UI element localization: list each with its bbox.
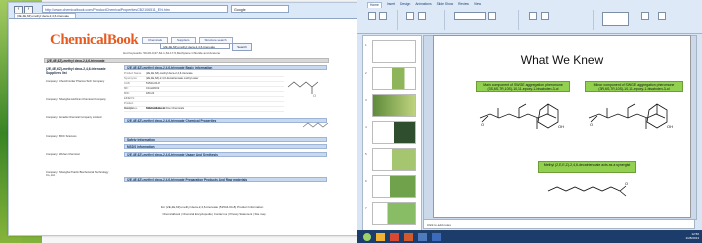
supplier-item[interactable]: Company: Shanghai Aozhiran Chemical Comp…: [46, 98, 118, 101]
new-slide-icon[interactable]: [406, 12, 414, 20]
svg-text:O: O: [313, 93, 316, 98]
powerpoint-ribbon: Home Insert Design Animations Slide Show…: [357, 0, 702, 34]
supplier-item[interactable]: Company: ChemFrontier Pharma Tech Compan…: [46, 80, 118, 83]
logo-secondary-text: Book: [106, 32, 139, 48]
slide-thumbnail[interactable]: [372, 148, 416, 171]
taskbar-word-icon[interactable]: [431, 232, 442, 242]
compound-title-bar: (2E,4E,6Z)-methyl deca-2,4,6-trienoate: [44, 58, 329, 63]
preparation-products-section: (2E,4E,6Z)-methyl deca-2,4,6-trienoate P…: [124, 177, 327, 182]
info-row-mol-file: Mol File: 51544-64-8.mol: [124, 106, 284, 112]
supplier-item[interactable]: Company: Wuhan Chemical: [46, 153, 118, 156]
browser-window: ‹ › http://www.chemicalbook.com/ProductC…: [8, 2, 359, 236]
basic-info-section: (2E,4E,6Z)-methyl deca-2,4,6-trienoate B…: [124, 65, 327, 70]
slides-group: [400, 10, 445, 30]
drawing-group: [596, 10, 696, 30]
minor-pheromone-structure: OH O: [588, 103, 673, 129]
slide-thumbnail[interactable]: [372, 67, 416, 90]
msds-information-section: MSDS Information: [124, 144, 327, 149]
site-logo[interactable]: ChemicalBook: [50, 32, 139, 49]
taskbar-folder-icon[interactable]: [375, 232, 386, 242]
system-clock[interactable]: 12:56 2/28/2013: [677, 232, 699, 241]
site-search-button[interactable]: Search: [232, 43, 252, 51]
site-search-input[interactable]: (2E,4E,6Z)-methyl deca-2,4,6-trienoate: [160, 43, 230, 49]
chemical-properties-section: (2E,4E,6Z)-methyl deca-2,4,6-trienoate C…: [124, 118, 327, 123]
start-button[interactable]: [362, 232, 372, 242]
current-slide[interactable]: What We Knew Main component of SWGE aggr…: [434, 36, 690, 217]
cut-icon[interactable]: [379, 12, 387, 20]
quick-styles-icon[interactable]: [658, 12, 666, 20]
powerpoint-window: Home Insert Design Animations Slide Show…: [357, 0, 702, 243]
svg-text:O: O: [590, 122, 593, 127]
slide-notes[interactable]: Click to add notes: [423, 219, 695, 229]
taskbar-browser-icon[interactable]: [417, 232, 428, 242]
slide-thumbnail[interactable]: [372, 202, 416, 225]
taskbar-media-icon[interactable]: [389, 232, 400, 242]
svg-text:O: O: [481, 122, 484, 127]
suppliers-heading: (2E,4E,6Z)-methyl deca-2,4,6-trienoate S…: [46, 67, 106, 75]
paste-icon[interactable]: [368, 12, 376, 20]
synergist-structure: O: [547, 181, 628, 197]
usage-molecule-icon: [302, 122, 329, 128]
chemicalbook-page: ChemicalBook Chemicals Suppliers Structu…: [44, 19, 329, 231]
tab-home[interactable]: Home: [367, 2, 382, 8]
shapes-gallery[interactable]: [602, 12, 629, 26]
bullets-icon[interactable]: [529, 12, 537, 20]
main-pheromone-structure: OH O: [479, 103, 564, 129]
ribbon-tabs: Home Insert Design Animations Slide Show…: [367, 2, 481, 8]
site-footer-links[interactable]: Chemicalbook | Chemical Encyclopedia | C…: [99, 212, 329, 216]
svg-text:OH: OH: [667, 124, 673, 129]
slide-thumbnail[interactable]: [372, 40, 416, 63]
browser-tab[interactable]: (3E,4E,6Z)-methyl deca-2,4,6-trienoate: [14, 13, 76, 18]
address-bar[interactable]: http://www.chemicalbook.com/ProductChemi…: [42, 5, 228, 13]
bold-icon[interactable]: [488, 12, 496, 20]
align-icon[interactable]: [541, 12, 549, 20]
main-pheromone-box[interactable]: Main component of SWGE aggregation phero…: [476, 81, 570, 92]
synergist-box[interactable]: Methyl (2,E,E,Z)-2,4,6-decatrienoate act…: [538, 161, 636, 173]
svg-text:O: O: [625, 181, 628, 186]
tab-view[interactable]: View: [474, 2, 481, 8]
tab-animations[interactable]: Animations: [415, 2, 431, 8]
minor-pheromone-box[interactable]: Minor component of SWGE aggregation pher…: [585, 81, 683, 92]
svg-text:OH: OH: [558, 124, 564, 129]
arrange-icon[interactable]: [641, 12, 649, 20]
product-info-link[interactable]: For (2E,4E,6Z)-methyl deca-2,4,6-trienoa…: [107, 205, 317, 209]
layout-icon[interactable]: [418, 12, 426, 20]
safety-information-section: Safety Information: [124, 137, 327, 142]
tab-review[interactable]: Review: [458, 2, 469, 8]
tab-slide-show[interactable]: Slide Show: [437, 2, 454, 8]
hot-keywords: Hot Keywords: 50-00-0,67-64-1,64-17-5,Me…: [123, 51, 221, 55]
molecule-structure-image: O: [287, 81, 319, 98]
slide-thumbnails-pane: 1 2 3 4 5 6 7: [362, 35, 422, 233]
supplier-item[interactable]: Company: Shanghai Tianlin Biochemical Te…: [46, 171, 118, 178]
supplier-item[interactable]: Company: Amadis Chemical Company Limited: [46, 116, 118, 119]
font-group: [448, 10, 519, 30]
windows-taskbar: 12:56 2/28/2013: [357, 231, 702, 243]
tab-design[interactable]: Design: [400, 2, 410, 8]
browser-search-input[interactable]: Google: [231, 5, 289, 13]
supplier-item[interactable]: Company: BOC Sciences: [46, 135, 118, 138]
slide-thumbnail[interactable]: [372, 121, 416, 144]
font-selector[interactable]: [454, 12, 486, 20]
logo-primary-text: Chemical: [50, 32, 107, 48]
slide-canvas: What We Knew Main component of SWGE aggr…: [423, 35, 697, 220]
taskbar-powerpoint-icon[interactable]: [403, 232, 414, 242]
usage-synthesis-section: (2E,4E,6Z)-methyl deca-2,4,6-trienoate U…: [124, 152, 327, 157]
slide-title[interactable]: What We Knew: [434, 53, 690, 67]
tab-insert[interactable]: Insert: [387, 2, 395, 8]
clipboard-group: [362, 10, 398, 30]
paragraph-group: [521, 10, 594, 30]
slide-thumbnail[interactable]: [372, 175, 416, 198]
browser-toolbar: ‹ › http://www.chemicalbook.com/ProductC…: [9, 3, 358, 19]
slide-thumbnail[interactable]: [372, 94, 416, 117]
